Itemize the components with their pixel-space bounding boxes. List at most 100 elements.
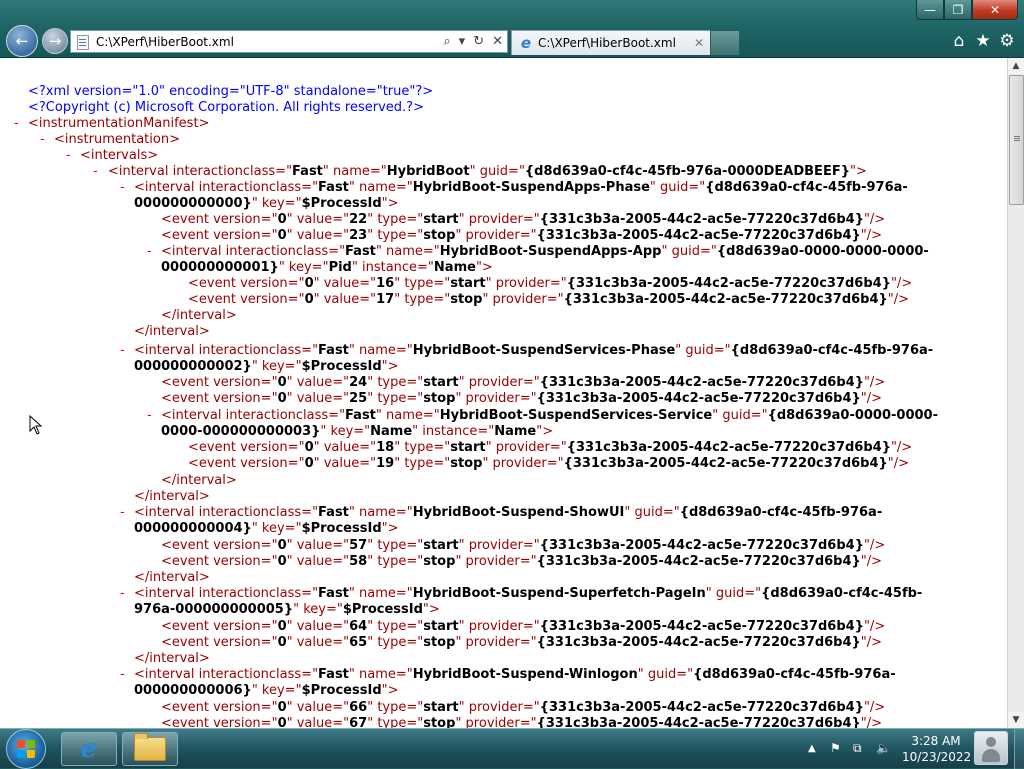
xml-token: " provider=" [455, 228, 537, 243]
xml-token: interactionclass=" [198, 180, 319, 195]
collapse-toggle[interactable]: - [66, 148, 71, 164]
address-bar[interactable]: C:\XPerf\HiberBoot.xml ⌕ ▾ ↻ ✕ [70, 30, 508, 53]
xml-token: {d8d639a0-cf4c-45fb-976a- [679, 505, 883, 520]
scroll-down-icon[interactable]: ▼ [1008, 712, 1024, 728]
xml-line: <interval interactionclass="Fast" name="… [134, 505, 882, 521]
xml-token: <interval [134, 343, 199, 358]
volume-muted-icon[interactable]: 🔈 [876, 741, 891, 755]
user-avatar[interactable] [974, 731, 1008, 765]
xml-line: <interval interactionclass="Fast" name="… [134, 343, 933, 359]
maximize-button[interactable]: ❐ [944, 0, 972, 20]
xml-token: 000000000002} [134, 359, 252, 374]
xml-token: version=" [213, 228, 278, 243]
address-input[interactable]: C:\XPerf\HiberBoot.xml [96, 35, 439, 49]
xml-line: </interval> [134, 651, 210, 667]
vertical-scrollbar[interactable]: ▲ ▼ [1007, 58, 1024, 728]
chevron-down-icon[interactable]: ▾ [459, 34, 466, 49]
collapse-toggle[interactable]: - [40, 132, 45, 148]
xml-line: <interval interactionclass="Fast" name="… [161, 244, 929, 260]
xml-token: stop [450, 292, 483, 307]
collapse-toggle[interactable]: - [120, 667, 125, 683]
show-hidden-icons-icon[interactable]: ▲ [808, 743, 816, 754]
collapse-toggle[interactable]: - [120, 343, 125, 359]
forward-arrow-icon: → [48, 32, 62, 50]
xml-token: <interval [161, 244, 226, 259]
collapse-toggle[interactable]: - [120, 180, 125, 196]
xml-document-view[interactable]: <?xml version="1.0" encoding="UTF-8" sta… [0, 58, 1007, 728]
xml-token: 0 [304, 456, 314, 471]
xml-token: $ProcessId [301, 359, 382, 374]
taskbar-internet-explorer[interactable]: e [61, 732, 117, 766]
show-desktop-button[interactable] [1014, 729, 1024, 769]
xml-token: " key=" [293, 602, 343, 617]
minimize-button[interactable]: — [916, 0, 944, 20]
xml-token: <event [161, 619, 214, 634]
browser-tab[interactable]: e C:\XPerf\HiberBoot.xml ✕ [511, 30, 711, 55]
network-icon[interactable]: ⧉ [853, 741, 862, 756]
taskbar-windows-explorer[interactable] [122, 732, 178, 766]
new-tab-button[interactable] [710, 30, 740, 55]
close-button[interactable]: ✕ [972, 0, 1018, 20]
xml-token: " type=" [367, 716, 424, 728]
tab-title: C:\XPerf\HiberBoot.xml [538, 36, 676, 50]
xml-line: <instrumentation> [54, 132, 180, 148]
xml-token: version=" [213, 538, 278, 553]
xml-token: {d8d639a0-0000-0000-0000- [716, 244, 929, 259]
clock-time[interactable]: 3:28 AM [905, 734, 967, 748]
xml-token: " provider=" [482, 456, 564, 471]
clock-date[interactable]: 10/23/2022 [902, 750, 971, 764]
xml-token: " value=" [313, 292, 377, 307]
xml-token: HybridBoot-Suspend-Winlogon [412, 667, 638, 682]
xml-token: {d8d639a0-cf4c-45fb-976a- [705, 180, 908, 195]
xml-token: 0 [277, 554, 287, 569]
xml-token: " value=" [313, 440, 377, 455]
xml-token: <event [161, 635, 214, 650]
collapse-toggle[interactable]: - [120, 505, 125, 521]
xml-token: " provider=" [455, 635, 537, 650]
stop-icon[interactable]: ✕ [492, 34, 503, 49]
xml-token: start [450, 440, 486, 455]
xml-token: version=" [240, 292, 305, 307]
collapse-toggle[interactable]: - [14, 116, 19, 132]
xml-token: " type=" [367, 554, 424, 569]
xml-token: $ProcessId [301, 683, 382, 698]
xml-line: <interval interactionclass="Fast" name="… [161, 408, 938, 424]
xml-token: {331c3b3a-2005-44c2-ac5e-77220c37d6b4} [563, 456, 888, 471]
home-icon[interactable]: ⌂ [948, 31, 970, 51]
collapse-toggle[interactable]: - [93, 164, 98, 180]
xml-token: 0 [304, 276, 314, 291]
xml-line: <event version="0" value="23" type="stop… [161, 228, 882, 244]
xml-token: 000000000006} [134, 683, 252, 698]
xml-token: stop [423, 228, 456, 243]
tab-close-icon[interactable]: ✕ [694, 36, 704, 50]
xml-token: <event [161, 228, 214, 243]
xml-token: Fast [318, 586, 349, 601]
xml-token: 0 [277, 212, 287, 227]
xml-token: "/> [890, 440, 913, 455]
xml-token: stop [423, 554, 456, 569]
xml-token: " provider=" [485, 440, 567, 455]
xml-token: interactionclass=" [198, 505, 319, 520]
collapse-toggle[interactable]: - [147, 244, 152, 260]
refresh-icon[interactable]: ↻ [473, 34, 484, 49]
action-center-flag-icon[interactable]: ⚑ [830, 741, 841, 755]
search-icon[interactable]: ⌕ [443, 34, 450, 49]
xml-token: " provider=" [458, 212, 540, 227]
xml-token: " value=" [286, 619, 350, 634]
scroll-up-icon[interactable]: ▲ [1008, 58, 1024, 74]
collapse-toggle[interactable]: - [147, 408, 152, 424]
xml-line: 000000000000}" key="$ProcessId"> [134, 196, 399, 212]
xml-token: <event [188, 276, 241, 291]
xml-token: version=" [213, 619, 278, 634]
favorites-star-icon[interactable]: ★ [972, 31, 994, 51]
back-button[interactable]: ← [6, 25, 38, 57]
forward-button[interactable]: → [42, 28, 68, 54]
xml-token: start [423, 538, 459, 553]
collapse-toggle[interactable]: - [120, 586, 125, 602]
scroll-thumb[interactable] [1009, 75, 1024, 205]
xml-line: 0000-000000000003}" key="Name" instance=… [161, 424, 553, 440]
xml-token: " name=" [348, 505, 413, 520]
start-button[interactable] [6, 729, 46, 769]
tools-gear-icon[interactable]: ⚙ [996, 31, 1018, 51]
xml-token: {d8d639a0-cf4c-45fb- [761, 586, 923, 601]
